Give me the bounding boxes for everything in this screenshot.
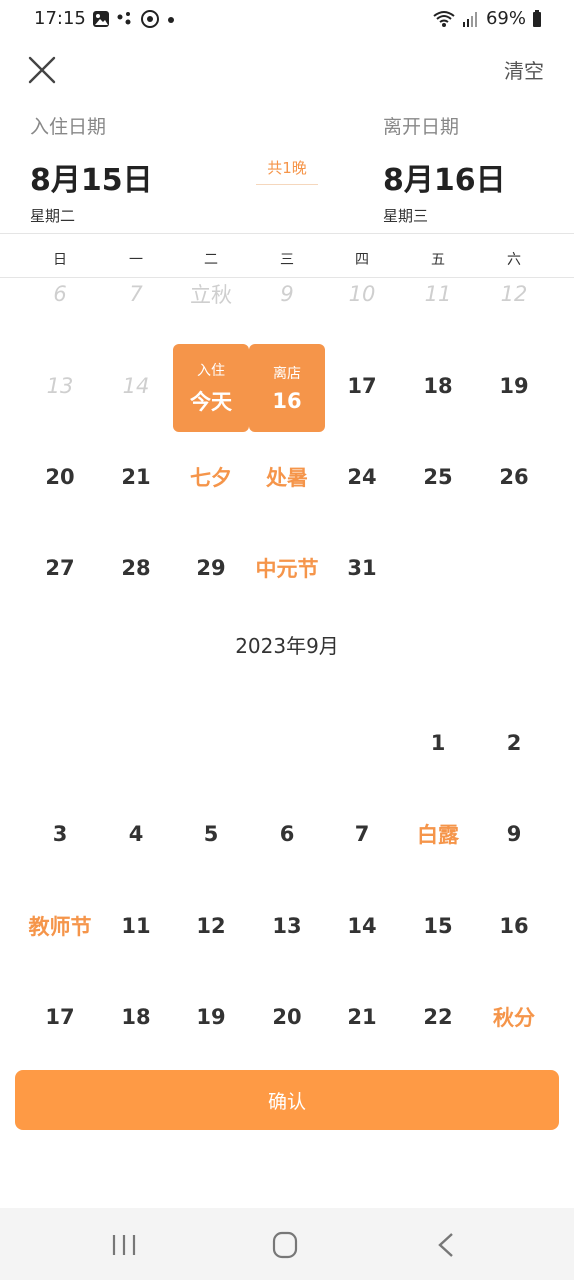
calendar-day[interactable]: 中元节 bbox=[249, 524, 325, 612]
back-icon[interactable] bbox=[426, 1230, 466, 1260]
calendar-day[interactable]: 18 bbox=[98, 973, 174, 1061]
checkin-weekday: 星期二 bbox=[30, 207, 76, 225]
status-right: 69% bbox=[432, 8, 542, 29]
calendar-day: 6 bbox=[53, 282, 67, 306]
calendar-day[interactable]: 21 bbox=[324, 973, 400, 1061]
calendar-day[interactable]: 9 bbox=[476, 790, 552, 878]
calendar-day-tag: 入住 bbox=[197, 363, 225, 379]
wifi-icon bbox=[433, 10, 455, 27]
calendar-day: 立秋 bbox=[190, 283, 232, 307]
calendar-day[interactable]: 29 bbox=[173, 524, 249, 612]
calendar-day[interactable]: 5 bbox=[173, 790, 249, 878]
calendar-day[interactable]: 7 bbox=[324, 790, 400, 878]
calendar-day[interactable]: 17 bbox=[324, 342, 400, 430]
status-time: 17:15 bbox=[34, 8, 86, 29]
calendar-day[interactable]: 3 bbox=[22, 790, 98, 878]
checkout-weekday: 星期三 bbox=[383, 207, 429, 225]
calendar-day[interactable]: 12 bbox=[173, 882, 249, 970]
calendar-day[interactable]: 17 bbox=[22, 973, 98, 1061]
battery-percent: 69% bbox=[485, 8, 526, 29]
checkin-label: 入住日期 bbox=[30, 116, 107, 138]
calendar-day[interactable]: 25 bbox=[400, 433, 476, 521]
calendar-day[interactable]: 20 bbox=[22, 433, 98, 521]
calendar-day[interactable]: 22 bbox=[400, 973, 476, 1061]
battery-icon bbox=[533, 9, 541, 27]
calendar-day[interactable]: 26 bbox=[476, 433, 552, 521]
calendar-day[interactable]: 11 bbox=[98, 882, 174, 970]
checkout-date[interactable]: 8月16日 bbox=[383, 155, 506, 199]
checkin-date[interactable]: 8月15日 bbox=[30, 155, 153, 199]
calendar-day: 9 bbox=[280, 282, 294, 306]
calendar-day[interactable]: 1 bbox=[400, 699, 476, 787]
calendar-day[interactable]: 秋分 bbox=[476, 973, 552, 1061]
calendar-day[interactable]: 6 bbox=[249, 790, 325, 878]
top-bar: 清空 bbox=[0, 40, 574, 100]
calendar-day[interactable]: 七夕 bbox=[173, 433, 249, 521]
calendar-day: 12 bbox=[500, 282, 528, 306]
confirm-button[interactable]: 确认 bbox=[15, 1070, 559, 1130]
calendar-day[interactable]: 19 bbox=[476, 342, 552, 430]
calendar-day[interactable]: 15 bbox=[400, 882, 476, 970]
close-icon[interactable] bbox=[26, 54, 58, 86]
nights-count: 共1晚 bbox=[256, 157, 318, 185]
status-bar: 17:15 69% bbox=[0, 0, 574, 38]
calendar-day[interactable]: 13 bbox=[249, 882, 325, 970]
calendar-day[interactable]: 白露 bbox=[400, 790, 476, 878]
calendar-day: 13 bbox=[46, 374, 74, 398]
calendar-day[interactable]: 27 bbox=[22, 524, 98, 612]
calendar-day[interactable]: 24 bbox=[324, 433, 400, 521]
calendar-day[interactable]: 2 bbox=[476, 699, 552, 787]
system-nav-bar bbox=[0, 1208, 574, 1280]
calendar-day: 14 bbox=[122, 374, 150, 398]
calendar-day-label: 16 bbox=[272, 389, 302, 413]
month-title-september: 2023年9月 bbox=[235, 634, 339, 658]
more-notifications-icon bbox=[168, 17, 174, 23]
calendar-day[interactable]: 处暑 bbox=[249, 433, 325, 521]
calendar-day[interactable]: 16 bbox=[476, 882, 552, 970]
gallery-icon bbox=[93, 11, 109, 27]
calendar-day-selected[interactable]: 入住 今天 bbox=[173, 344, 249, 432]
calendar-day: 7 bbox=[129, 282, 143, 306]
calendar-day: 10 bbox=[348, 282, 376, 306]
calendar-day[interactable]: 4 bbox=[98, 790, 174, 878]
recent-apps-icon[interactable] bbox=[104, 1230, 144, 1260]
calendar-day[interactable]: 18 bbox=[400, 342, 476, 430]
dots-app-icon bbox=[117, 12, 131, 25]
signal-icon bbox=[462, 11, 477, 27]
sync-icon bbox=[141, 10, 159, 28]
calendar-day[interactable]: 19 bbox=[173, 973, 249, 1061]
calendar-day: 11 bbox=[424, 282, 452, 306]
calendar-day[interactable]: 28 bbox=[98, 524, 174, 612]
calendar-day[interactable]: 31 bbox=[324, 524, 400, 612]
calendar-day[interactable]: 20 bbox=[249, 973, 325, 1061]
calendar-day-selected[interactable]: 离店 16 bbox=[249, 344, 325, 432]
clear-button[interactable]: 清空 bbox=[504, 55, 544, 84]
calendar-day-tag: 离店 bbox=[273, 366, 301, 382]
calendar-day[interactable]: 21 bbox=[98, 433, 174, 521]
calendar-day[interactable]: 教师节 bbox=[22, 882, 98, 970]
calendar-day-label: 今天 bbox=[190, 390, 232, 414]
notification-icons bbox=[92, 9, 176, 29]
checkout-label: 离开日期 bbox=[383, 116, 460, 138]
calendar-day[interactable]: 14 bbox=[324, 882, 400, 970]
home-icon[interactable] bbox=[265, 1230, 305, 1260]
